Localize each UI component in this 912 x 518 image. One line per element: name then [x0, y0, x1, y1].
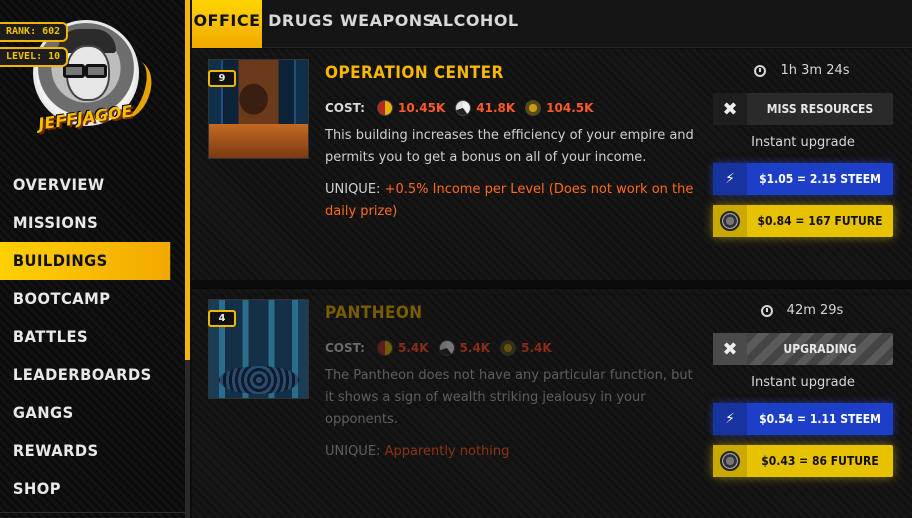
unique-value: Apparently nothing	[384, 444, 510, 459]
upgrade-timer: 1h 3m 24s	[747, 63, 857, 78]
building-card-operation-center: 9 OPERATION CENTER COST: 10.45K 41.8K 10…	[192, 49, 912, 280]
status-label: UPGRADING	[783, 342, 857, 356]
nav-item-shop[interactable]: SHOP	[0, 470, 170, 508]
tab-office[interactable]: OFFICE	[192, 0, 262, 48]
unique-label: UNIQUE:	[325, 182, 381, 197]
upgrading-status: ✖ UPGRADING	[713, 333, 893, 365]
building-title: PANTHEON	[325, 303, 423, 323]
timer-value: 42m 29s	[786, 303, 844, 318]
building-description: The Pantheon does not have any particula…	[325, 368, 693, 427]
cost-alcohol-value: 5.4K	[521, 341, 552, 355]
future-price: $0.43 = 86 FUTURE	[761, 454, 879, 468]
building-unique: UNIQUE: +0.5% Income per Level (Does not…	[325, 179, 695, 223]
alcohol-resource-icon	[525, 100, 542, 116]
weapons-resource-icon	[455, 100, 472, 116]
building-level-badge: 9	[208, 70, 236, 87]
clock-icon	[754, 64, 767, 77]
cost-drugs-value: 5.4K	[397, 341, 429, 355]
nav-item-missions[interactable]: MISSIONS	[0, 204, 170, 242]
main-nav: OVERVIEW MISSIONS BUILDINGS BOOTCAMP BAT…	[0, 166, 185, 513]
tab-alcohol[interactable]: ALCOHOL	[430, 0, 518, 48]
cost-weapons: 41.8K	[455, 100, 515, 116]
cost-row: COST: 10.45K 41.8K 104.5K	[325, 99, 603, 117]
steem-price: $1.05 = 2.15 STEEM	[759, 172, 881, 186]
building-description: This building increases the efficiency o…	[325, 128, 694, 165]
unique-label: UNIQUE:	[325, 444, 381, 459]
rank-badge: RANK: 602	[0, 22, 69, 42]
profile-panel: JEFFJAGOE RANK: 602 LEVEL: 10	[0, 0, 185, 160]
pay-steem-button[interactable]: ⚡ $0.54 = 1.11 STEEM	[713, 403, 893, 435]
category-tabs: OFFICE DRUGS WEAPONS ALCOHOL	[190, 0, 912, 48]
nav-item-gangs[interactable]: GANGS	[0, 394, 170, 432]
nav-item-battles[interactable]: BATTLES	[0, 318, 170, 356]
future-coin-icon	[713, 445, 747, 477]
steem-price: $0.54 = 1.11 STEEM	[759, 412, 881, 426]
nav-item-leaderboards[interactable]: LEADERBOARDS	[0, 356, 170, 394]
weapons-resource-icon	[438, 340, 455, 356]
status-label: MISS RESOURCES	[766, 102, 874, 116]
future-price: $0.84 = 167 FUTURE	[757, 214, 883, 228]
cost-drugs: 10.45K	[376, 100, 446, 116]
pay-future-button[interactable]: $0.43 = 86 FUTURE	[713, 445, 893, 477]
unique-value: +0.5% Income per Level (Does not work on…	[325, 182, 694, 219]
tab-drugs[interactable]: DRUGS	[268, 0, 334, 48]
building-title: OPERATION CENTER	[325, 63, 504, 83]
pay-future-button[interactable]: $0.84 = 167 FUTURE	[713, 205, 893, 237]
cost-label: COST:	[325, 341, 365, 355]
future-coin-icon	[713, 205, 747, 237]
cost-weapons-value: 5.4K	[459, 341, 491, 355]
alcohol-resource-icon	[500, 340, 517, 356]
nav-item-overview[interactable]: OVERVIEW	[0, 166, 170, 204]
clock-icon	[760, 304, 773, 317]
instant-upgrade-label: Instant upgrade	[751, 375, 855, 390]
cost-label: COST:	[325, 101, 365, 115]
upgrade-timer: 42m 29s	[747, 303, 857, 318]
level-badge: LEVEL: 10	[0, 47, 69, 67]
building-level-badge: 4	[208, 310, 236, 327]
pay-steem-button[interactable]: ⚡ $1.05 = 2.15 STEEM	[713, 163, 893, 195]
cost-drugs: 5.4K	[376, 340, 429, 356]
building-card-pantheon: 4 PANTHEON COST: 5.4K 5.4K 5.4K The Pant…	[192, 289, 912, 518]
cost-weapons: 5.4K	[438, 340, 491, 356]
sidebar-rail-accent	[185, 0, 190, 360]
cost-weapons-value: 41.8K	[476, 101, 516, 115]
sidebar-rail	[185, 360, 190, 518]
cost-alcohol: 104.5K	[525, 100, 593, 116]
lightning-icon: ⚡	[713, 403, 747, 435]
nav-item-buildings[interactable]: BUILDINGS	[0, 242, 171, 280]
nav-item-bootcamp[interactable]: BOOTCAMP	[0, 280, 170, 318]
nav-item-rewards[interactable]: REWARDS	[0, 432, 170, 470]
building-unique: UNIQUE: Apparently nothing	[325, 441, 695, 463]
avatar-glasses	[63, 63, 113, 78]
cost-row: COST: 5.4K 5.4K 5.4K	[325, 339, 562, 357]
sidebar: JEFFJAGOE RANK: 602 LEVEL: 10 OVERVIEW M…	[0, 0, 190, 518]
tab-weapons[interactable]: WEAPONS	[340, 0, 434, 48]
drugs-resource-icon	[376, 100, 393, 116]
tools-icon: ✖	[713, 93, 747, 125]
timer-value: 1h 3m 24s	[780, 63, 850, 78]
miss-resources-button[interactable]: ✖ MISS RESOURCES	[713, 93, 893, 125]
cost-alcohol: 5.4K	[500, 340, 552, 356]
nav-divider	[0, 512, 185, 513]
card-divider	[190, 280, 912, 289]
cost-alcohol-value: 104.5K	[546, 101, 594, 115]
drugs-resource-icon	[376, 340, 393, 356]
lightning-icon: ⚡	[713, 163, 747, 195]
tools-icon: ✖	[713, 333, 747, 365]
instant-upgrade-label: Instant upgrade	[751, 135, 855, 150]
cost-drugs-value: 10.45K	[397, 101, 446, 115]
